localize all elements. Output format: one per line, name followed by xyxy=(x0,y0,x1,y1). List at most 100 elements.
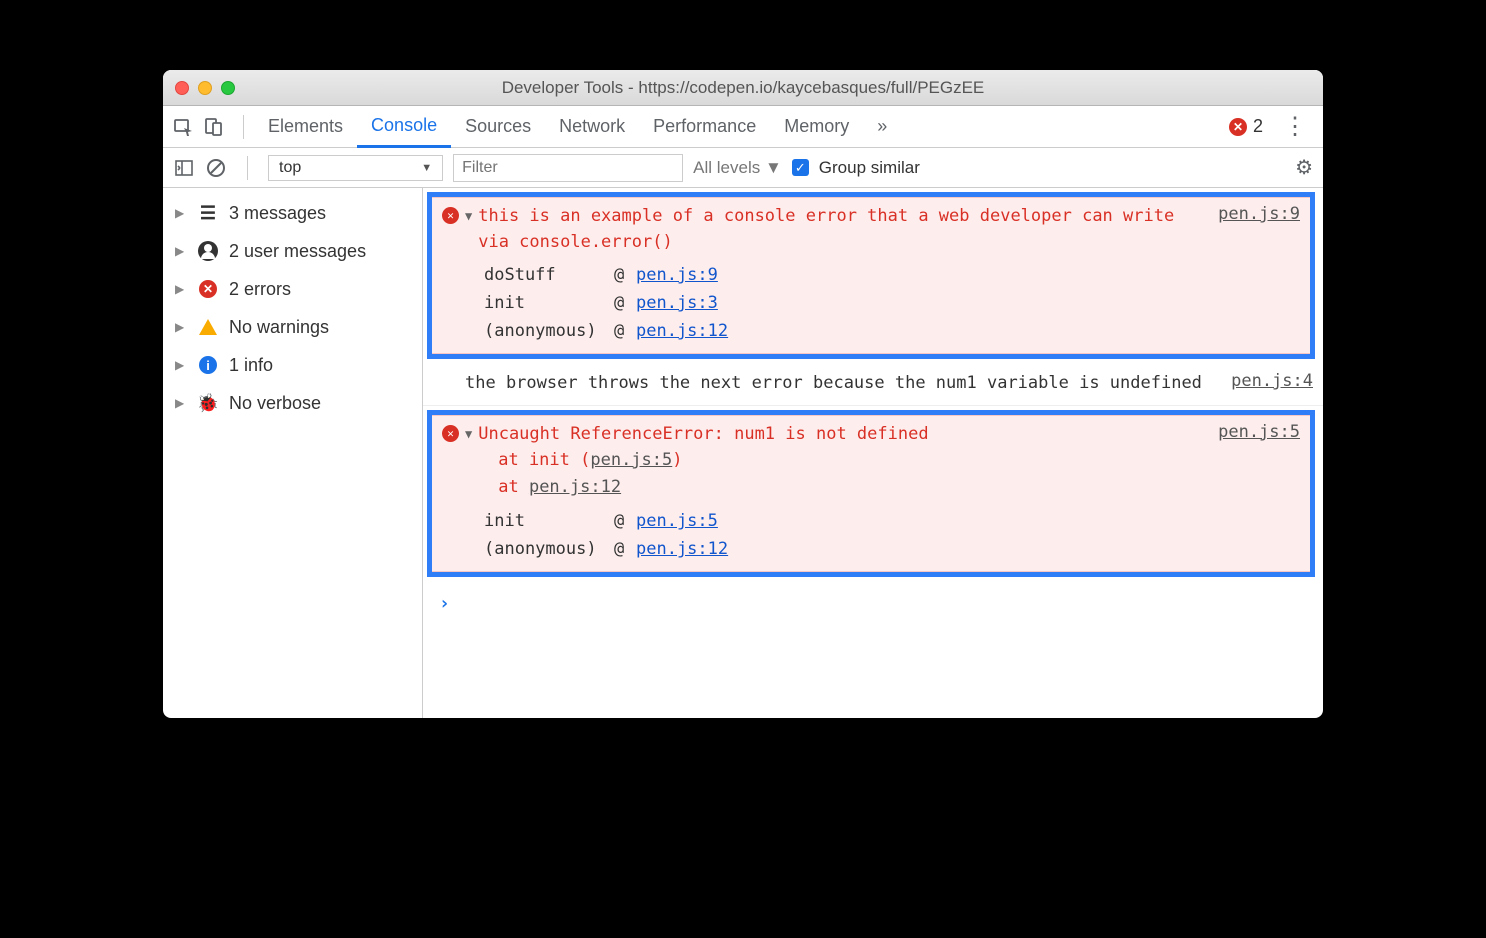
sidebar-item-messages[interactable]: ▶ ☰ 3 messages xyxy=(163,194,422,232)
tab-overflow[interactable]: » xyxy=(863,106,901,147)
stack-inline-prefix: at xyxy=(498,477,529,497)
expand-icon: ▶ xyxy=(175,282,187,296)
error-text: Uncaught ReferenceError: num1 is not def… xyxy=(478,422,1192,502)
separator xyxy=(247,156,248,180)
sidebar-label: 2 user messages xyxy=(229,241,366,262)
stack-trace: doStuff @ pen.js:9 init @ pen.js:3 (anon… xyxy=(484,261,1300,345)
sidebar-item-verbose[interactable]: ▶ 🐞 No verbose xyxy=(163,384,422,422)
console-error-message[interactable]: ✕ ▼ Uncaught ReferenceError: num1 is not… xyxy=(432,415,1310,573)
inspect-element-icon[interactable] xyxy=(173,116,195,138)
stack-function: (anonymous) xyxy=(484,539,614,559)
sidebar-label: 1 info xyxy=(229,355,273,376)
stack-frame: (anonymous) @ pen.js:12 xyxy=(484,317,1300,345)
stack-location-link[interactable]: pen.js:3 xyxy=(636,293,718,313)
highlight-box: ✕ ▼ this is an example of a console erro… xyxy=(427,192,1315,359)
stack-location-link[interactable]: pen.js:12 xyxy=(636,321,728,341)
stack-frame: init @ pen.js:3 xyxy=(484,289,1300,317)
error-badge-icon[interactable]: ✕ xyxy=(1229,118,1247,136)
stack-at: @ xyxy=(614,539,636,559)
sidebar-item-errors[interactable]: ▶ ✕ 2 errors xyxy=(163,270,422,308)
expand-icon: ▶ xyxy=(175,358,187,372)
console-sidebar: ▶ ☰ 3 messages ▶ 2 user messages ▶ ✕ 2 e… xyxy=(163,188,423,718)
stack-inline-link[interactable]: pen.js:12 xyxy=(529,477,621,497)
console-prompt[interactable]: › xyxy=(423,583,1323,624)
prompt-icon: › xyxy=(439,593,450,614)
tab-bar: Elements Console Sources Network Perform… xyxy=(163,106,1323,148)
error-text-line: Uncaught ReferenceError: num1 is not def… xyxy=(478,424,928,444)
stack-inline-prefix: at init ( xyxy=(498,450,590,470)
log-text: the browser throws the next error becaus… xyxy=(465,371,1205,397)
tab-elements[interactable]: Elements xyxy=(254,106,357,147)
window-title: Developer Tools - https://codepen.io/kay… xyxy=(163,78,1323,98)
toggle-sidebar-icon[interactable] xyxy=(173,157,195,179)
expand-icon: ▶ xyxy=(175,320,187,334)
stack-function: init xyxy=(484,293,614,313)
stack-at: @ xyxy=(614,293,636,313)
error-icon: ✕ xyxy=(197,278,219,300)
stack-at: @ xyxy=(614,265,636,285)
sidebar-label: 3 messages xyxy=(229,203,326,224)
stack-location-link[interactable]: pen.js:5 xyxy=(636,511,718,531)
device-toolbar-icon[interactable] xyxy=(203,116,225,138)
kebab-menu-icon[interactable]: ⋮ xyxy=(1277,112,1313,141)
minimize-window-button[interactable] xyxy=(198,81,212,95)
tab-memory[interactable]: Memory xyxy=(770,106,863,147)
collapse-icon[interactable]: ▼ xyxy=(465,427,472,441)
warning-icon xyxy=(197,316,219,338)
collapse-icon[interactable]: ▼ xyxy=(465,209,472,223)
tab-sources[interactable]: Sources xyxy=(451,106,545,147)
group-similar-label: Group similar xyxy=(819,158,920,178)
highlight-box: ✕ ▼ Uncaught ReferenceError: num1 is not… xyxy=(427,410,1315,578)
tab-network[interactable]: Network xyxy=(545,106,639,147)
sidebar-label: No warnings xyxy=(229,317,329,338)
bug-icon: 🐞 xyxy=(197,392,219,414)
tab-performance[interactable]: Performance xyxy=(639,106,770,147)
source-link[interactable]: pen.js:4 xyxy=(1231,371,1313,391)
filter-input[interactable] xyxy=(453,154,683,182)
console-messages: ✕ ▼ this is an example of a console erro… xyxy=(423,188,1323,718)
maximize-window-button[interactable] xyxy=(221,81,235,95)
console-log-message[interactable]: the browser throws the next error becaus… xyxy=(423,365,1323,406)
traffic-lights xyxy=(175,81,235,95)
sidebar-label: 2 errors xyxy=(229,279,291,300)
devtools-window: Developer Tools - https://codepen.io/kay… xyxy=(163,70,1323,718)
sidebar-item-info[interactable]: ▶ i 1 info xyxy=(163,346,422,384)
sidebar-item-warnings[interactable]: ▶ No warnings xyxy=(163,308,422,346)
context-selector[interactable]: top ▼ xyxy=(268,155,443,181)
stack-trace: init @ pen.js:5 (anonymous) @ pen.js:12 xyxy=(484,507,1300,563)
expand-icon: ▶ xyxy=(175,396,187,410)
stack-function: doStuff xyxy=(484,265,614,285)
stack-inline-suffix: ) xyxy=(672,450,682,470)
console-error-message[interactable]: ✕ ▼ this is an example of a console erro… xyxy=(432,197,1310,354)
source-link[interactable]: pen.js:5 xyxy=(1218,422,1300,442)
stack-function: (anonymous) xyxy=(484,321,614,341)
error-icon: ✕ xyxy=(442,425,459,442)
close-window-button[interactable] xyxy=(175,81,189,95)
sidebar-item-user-messages[interactable]: ▶ 2 user messages xyxy=(163,232,422,270)
user-icon xyxy=(197,240,219,262)
clear-console-icon[interactable] xyxy=(205,157,227,179)
group-similar-checkbox[interactable]: ✓ xyxy=(792,159,809,176)
expand-icon: ▶ xyxy=(175,244,187,258)
console-body: ▶ ☰ 3 messages ▶ 2 user messages ▶ ✕ 2 e… xyxy=(163,188,1323,718)
error-icon: ✕ xyxy=(442,207,459,224)
tab-console[interactable]: Console xyxy=(357,107,451,148)
stack-function: init xyxy=(484,511,614,531)
error-text: this is an example of a console error th… xyxy=(478,204,1192,255)
titlebar: Developer Tools - https://codepen.io/kay… xyxy=(163,70,1323,106)
stack-location-link[interactable]: pen.js:9 xyxy=(636,265,718,285)
settings-gear-icon[interactable]: ⚙ xyxy=(1295,155,1313,180)
stack-inline-link[interactable]: pen.js:5 xyxy=(590,450,672,470)
error-count[interactable]: 2 xyxy=(1253,116,1263,137)
sidebar-label: No verbose xyxy=(229,393,321,414)
info-icon: i xyxy=(197,354,219,376)
dropdown-icon: ▼ xyxy=(421,162,432,174)
stack-at: @ xyxy=(614,511,636,531)
log-levels-selector[interactable]: All levels ▼ xyxy=(693,158,782,178)
source-link[interactable]: pen.js:9 xyxy=(1218,204,1300,224)
context-value: top xyxy=(279,159,301,177)
stack-frame: init @ pen.js:5 xyxy=(484,507,1300,535)
console-toolbar: top ▼ All levels ▼ ✓ Group similar ⚙ xyxy=(163,148,1323,188)
list-icon: ☰ xyxy=(197,202,219,224)
stack-location-link[interactable]: pen.js:12 xyxy=(636,539,728,559)
